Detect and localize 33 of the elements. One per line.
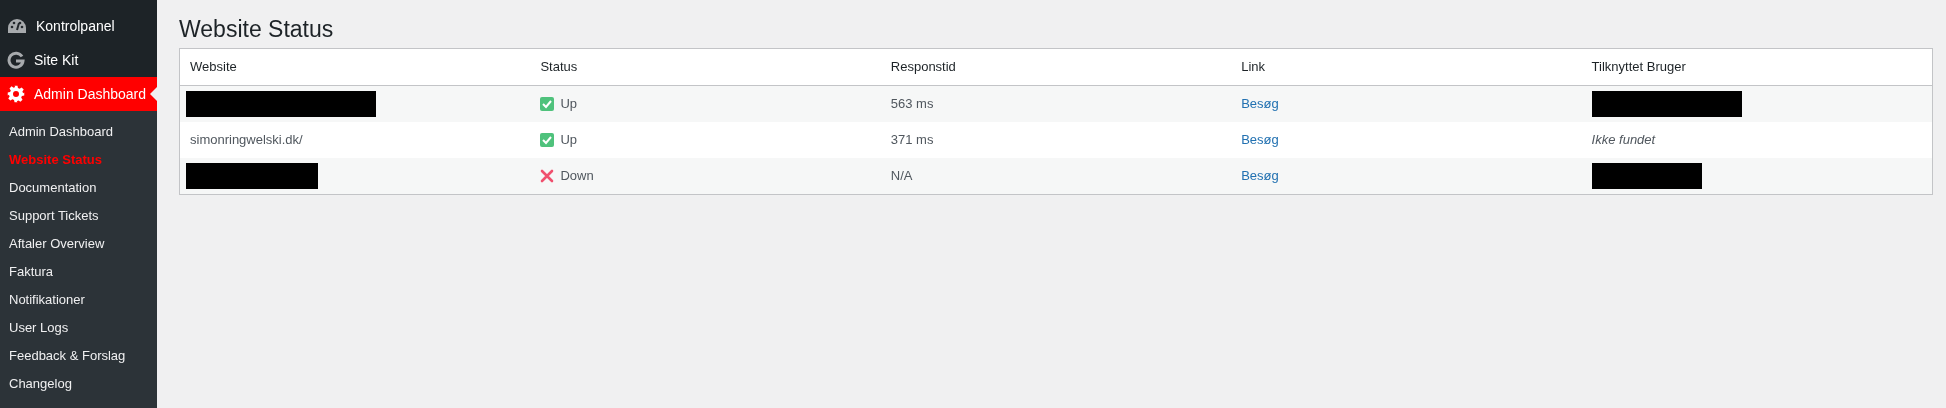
submenu-item[interactable]: Documentation bbox=[0, 174, 157, 202]
submenu-item[interactable]: Admin Dashboard bbox=[0, 118, 157, 146]
gear-icon bbox=[7, 85, 25, 103]
submenu-item[interactable]: Notifikationer bbox=[0, 286, 157, 314]
column-header: Website bbox=[190, 59, 237, 75]
current-pointer-icon bbox=[150, 87, 157, 101]
submenu-item[interactable]: Aftaler Overview bbox=[0, 230, 157, 258]
table-cell: 371 ms bbox=[890, 132, 934, 148]
status-text: Up bbox=[560, 131, 577, 150]
g-logo-icon bbox=[7, 51, 25, 69]
status-text: Up bbox=[560, 95, 577, 114]
gauge-icon bbox=[7, 18, 27, 34]
menu-item[interactable]: Admin Dashboard bbox=[0, 77, 157, 111]
column-header: Status bbox=[540, 59, 578, 75]
column-header: Link bbox=[1241, 59, 1266, 75]
submenu-item[interactable]: Faktura bbox=[0, 258, 157, 286]
table-cell: 563 ms bbox=[890, 96, 934, 112]
visit-link[interactable]: Besøg bbox=[1241, 96, 1279, 112]
visit-link[interactable]: Besøg bbox=[1241, 168, 1279, 184]
submenu-item[interactable]: User Logs bbox=[0, 314, 157, 342]
menu-item[interactable]: Kontrolpanel bbox=[0, 9, 157, 43]
visit-link[interactable]: Besøg bbox=[1241, 132, 1279, 148]
column-header: Responstid bbox=[890, 59, 956, 75]
table-cell: N/A bbox=[890, 168, 913, 184]
submenu-item[interactable]: Support Tickets bbox=[0, 202, 157, 230]
column-header: Tilknyttet Bruger bbox=[1591, 59, 1686, 75]
table-cell: Ikke fundet bbox=[1591, 132, 1656, 148]
submenu-item[interactable]: Changelog bbox=[0, 370, 157, 398]
menu-item[interactable]: Site Kit bbox=[0, 43, 157, 77]
status-text: Down bbox=[560, 167, 594, 186]
submenu-item[interactable]: Feedback & Forslag bbox=[0, 342, 157, 370]
page-title: Website Status bbox=[179, 15, 335, 44]
table-cell-text: simonringwelski.dk/ bbox=[189, 132, 303, 148]
